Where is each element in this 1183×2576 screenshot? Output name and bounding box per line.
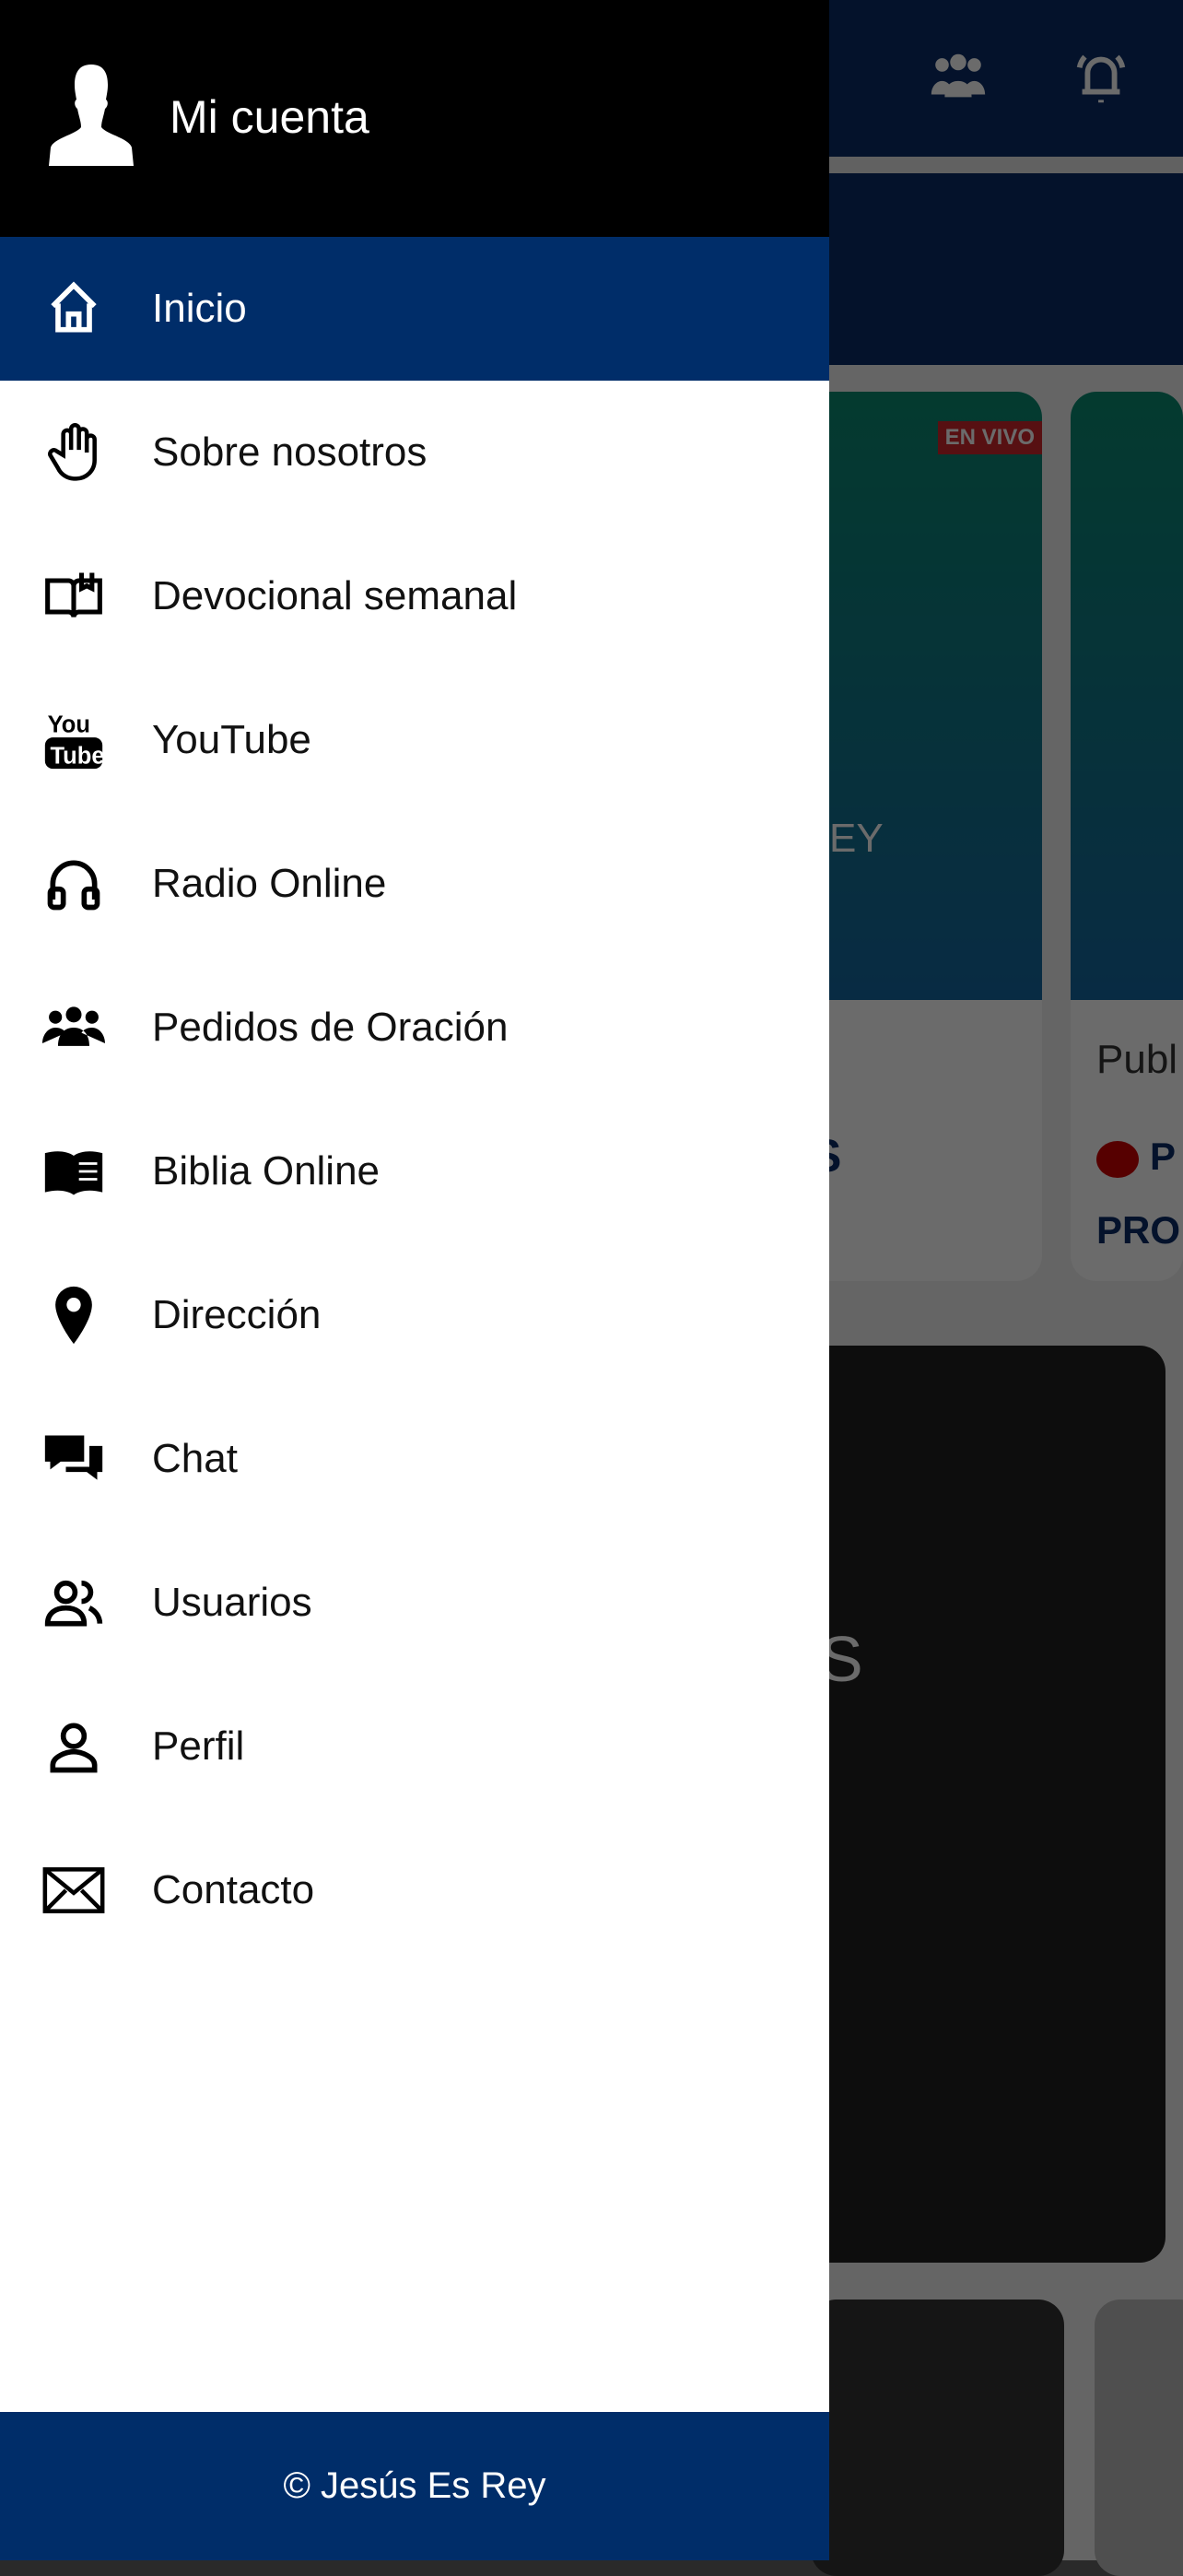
drawer-header[interactable]: Mi cuenta <box>0 0 829 237</box>
svg-text:You: You <box>48 712 90 738</box>
group-icon <box>37 991 111 1065</box>
home-icon <box>37 272 111 346</box>
live-card[interactable]: EN VIVO EY S <box>792 392 1042 1281</box>
card[interactable] <box>811 2300 1064 2576</box>
hand-icon <box>37 416 111 489</box>
person-icon <box>37 1710 111 1783</box>
drawer-item-biblia-online[interactable]: Biblia Online <box>0 1100 829 1243</box>
headphones-icon <box>37 847 111 921</box>
drawer-item-label: Pedidos de Oración <box>152 1005 509 1050</box>
drawer-item-devocional-semanal[interactable]: Devocional semanal <box>0 524 829 668</box>
card-image <box>1071 392 1183 1000</box>
drawer-item-label: Chat <box>152 1436 238 1481</box>
post-card[interactable]: Publ P PRO <box>1071 392 1183 1281</box>
drawer-footer: © Jesús Es Rey <box>0 2412 829 2560</box>
drawer-item-contacto[interactable]: Contacto <box>0 1818 829 1962</box>
drawer-item-label: Radio Online <box>152 861 387 906</box>
youtube-icon: You Tube <box>37 703 111 777</box>
map-pin-icon <box>37 1278 111 1352</box>
card-image <box>792 392 1042 1000</box>
drawer-item-label: Devocional semanal <box>152 573 518 618</box>
avatar-icon <box>42 65 140 166</box>
drawer-item-label: Biblia Online <box>152 1148 381 1194</box>
drawer-item-perfil[interactable]: Perfil <box>0 1675 829 1818</box>
drawer-item-radio-online[interactable]: Radio Online <box>0 812 829 956</box>
drawer-item-usuarios[interactable]: Usuarios <box>0 1531 829 1675</box>
book-open-icon <box>37 559 111 633</box>
bell-icon[interactable] <box>1069 46 1142 111</box>
drawer-item-pedidos-de-oración[interactable]: Pedidos de Oración <box>0 956 829 1100</box>
live-badge: EN VIVO <box>937 421 1042 454</box>
drawer-item-label: Usuarios <box>152 1580 312 1625</box>
drawer-item-label: Dirección <box>152 1292 322 1337</box>
group-icon[interactable] <box>926 46 1000 111</box>
bible-icon <box>37 1135 111 1208</box>
card-logo-text: EY <box>829 816 884 861</box>
drawer-item-label: Inicio <box>152 286 247 331</box>
drawer-item-label: YouTube <box>152 717 311 762</box>
drawer-item-label: Perfil <box>152 1723 245 1769</box>
svg-text:Tube: Tube <box>51 744 105 770</box>
navigation-drawer: Mi cuenta Inicio Sobre nosotros Devocional… <box>0 0 829 2560</box>
drawer-item-chat[interactable]: Chat <box>0 1387 829 1531</box>
drawer-item-label: Contacto <box>152 1867 315 1912</box>
red-dot-icon <box>1096 1140 1139 1178</box>
drawer-item-dirección[interactable]: Dirección <box>0 1243 829 1387</box>
envelope-icon <box>37 1853 111 1927</box>
drawer-item-sobre-nosotros[interactable]: Sobre nosotros <box>0 381 829 524</box>
drawer-item-inicio[interactable]: Inicio <box>0 237 829 381</box>
account-label: Mi cuenta <box>170 91 369 143</box>
card-title: P PRO <box>1096 1135 1181 1252</box>
card[interactable] <box>1095 2300 1183 2576</box>
users-icon <box>37 1566 111 1640</box>
chat-icon <box>37 1422 111 1496</box>
drawer-item-label: Sobre nosotros <box>152 429 428 475</box>
drawer-item-youtube[interactable]: You Tube YouTube <box>0 668 829 812</box>
card-label: Publ <box>1096 1037 1178 1082</box>
